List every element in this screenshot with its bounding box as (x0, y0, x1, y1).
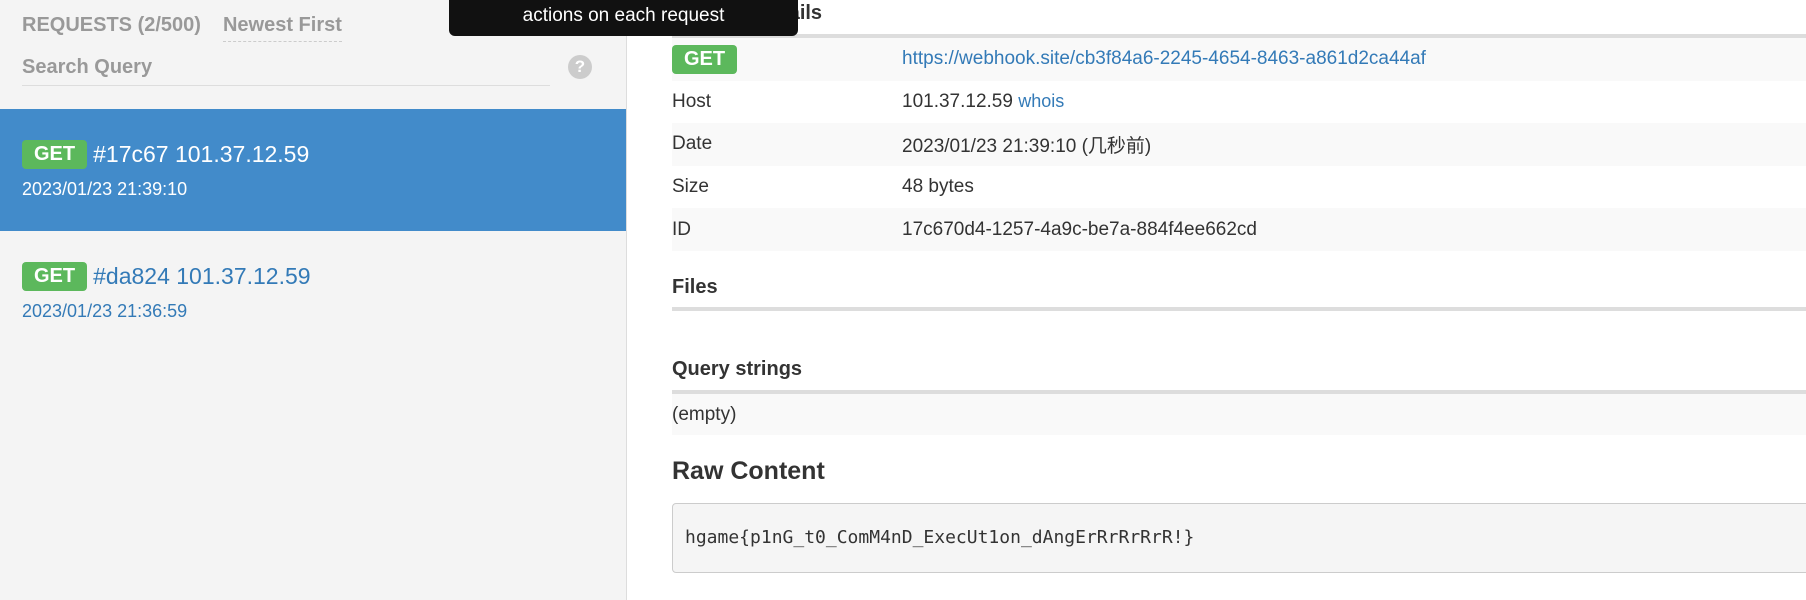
request-date: 2023/01/23 21:36:59 (22, 301, 188, 321)
sort-toggle[interactable]: Newest First (222, 14, 342, 42)
divider (672, 307, 1806, 311)
query-heading: Query strings (672, 358, 803, 380)
help-icon[interactable]: ? (568, 55, 592, 79)
requests-sidebar: REQUESTS (2/500) Newest First Search Que… (0, 0, 627, 600)
date-value: 2023/01/23 21:39:10 (几秒前) (902, 135, 1152, 157)
id-row: ID 17c670d4-1257-4a9c-be7a-884f4ee662cd (672, 208, 1806, 251)
sidebar-header: REQUESTS (2/500) Newest First (22, 14, 342, 42)
requests-count: REQUESTS (2/500) (22, 14, 201, 36)
files-heading: Files (672, 276, 718, 298)
host-label: Host (672, 90, 712, 112)
request-item[interactable]: GET #da824 101.37.12.59 2023/01/23 21:36:… (0, 231, 626, 353)
method-badge: GET (22, 140, 88, 169)
search-input[interactable]: Search Query (22, 56, 550, 86)
raw-heading: Raw Content (672, 457, 825, 485)
request-url-link[interactable]: https://webhook.site/cb3f84a6-2245-4654-… (902, 48, 1426, 70)
host-row: Host 101.37.12.59 whois (672, 81, 1806, 124)
size-row: Size 48 bytes (672, 166, 1806, 209)
request-title: #da824 101.37.12.59 (93, 263, 311, 289)
url-row: GET https://webhook.site/cb3f84a6-2245-46… (672, 38, 1806, 81)
request-title: #17c67 101.37.12.59 (93, 141, 310, 167)
method-badge: GET (22, 262, 88, 291)
host-value: 101.37.12.59 (902, 90, 1013, 112)
method-badge: GET (672, 44, 738, 74)
details-table: GET https://webhook.site/cb3f84a6-2245-46… (672, 38, 1806, 251)
request-date: 2023/01/23 21:39:10 (22, 179, 188, 199)
size-value: 48 bytes (902, 176, 974, 198)
id-value: 17c670d4-1257-4a9c-be7a-884f4ee662cd (902, 218, 1257, 240)
raw-content[interactable]: hgame{p1nG_t0_ComM4nD_ExecUt1on_dAngErRr… (672, 503, 1806, 573)
query-value: (empty) (672, 394, 1806, 435)
tooltip: actions on each request (449, 0, 798, 36)
date-label: Date (672, 133, 713, 155)
size-label: Size (672, 176, 709, 198)
whois-link[interactable]: whois (1018, 91, 1064, 112)
date-row: Date 2023/01/23 21:39:10 (几秒前) (672, 123, 1806, 166)
request-item[interactable]: GET #17c67 101.37.12.59 2023/01/23 21:39:… (0, 109, 626, 231)
id-label: ID (672, 218, 691, 240)
